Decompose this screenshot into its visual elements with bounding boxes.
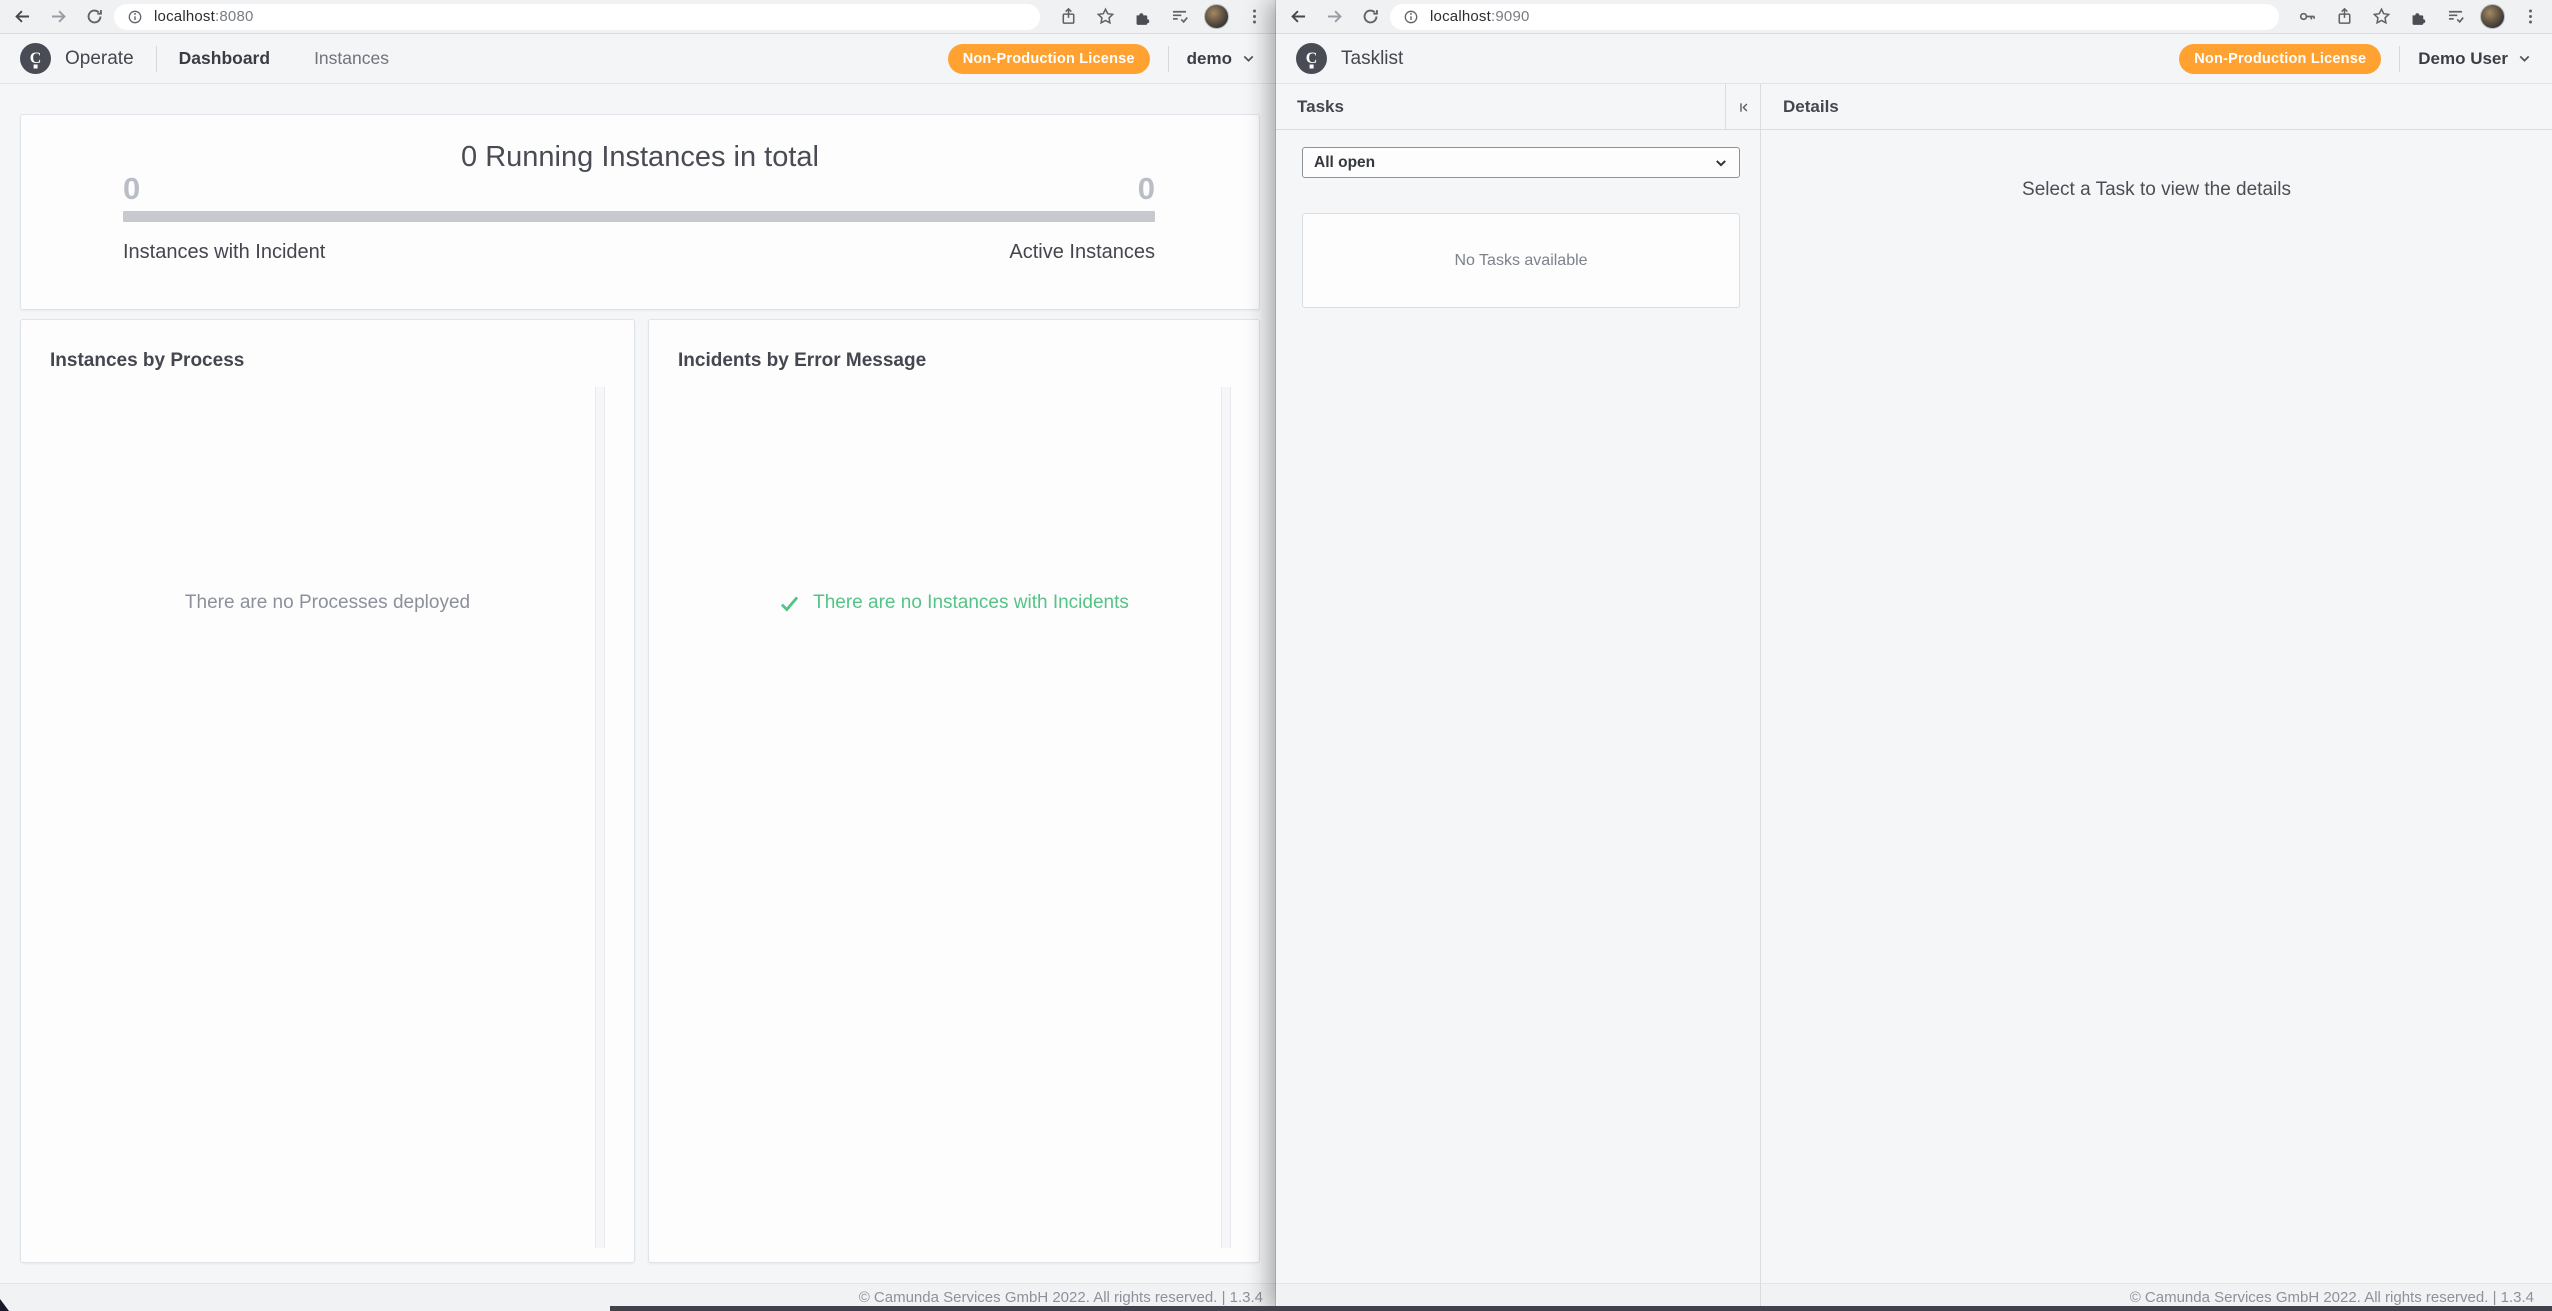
user-name: demo xyxy=(1186,48,1232,68)
reload-icon[interactable] xyxy=(1358,5,1382,29)
url-port: :8080 xyxy=(215,8,254,25)
browser-actions xyxy=(2295,4,2542,29)
reading-list-icon[interactable] xyxy=(1167,5,1191,29)
url-text: localhost:9090 xyxy=(1430,8,1530,25)
instances-by-process-panel: Instances by Process There are no Proces… xyxy=(20,319,635,1263)
metric-title: 0 Running Instances in total xyxy=(461,141,819,173)
copyright-text: © Camunda Services GmbH 2022. All rights… xyxy=(858,1289,1263,1306)
copyright-text: © Camunda Services GmbH 2022. All rights… xyxy=(2129,1289,2534,1306)
scrollbar-track[interactable] xyxy=(595,387,605,1248)
license-badge[interactable]: Non-Production License xyxy=(947,43,1150,74)
operate-app-header: C Operate Dashboard Instances Non-Produc… xyxy=(0,34,1276,84)
app-name: Tasklist xyxy=(1341,47,1404,69)
user-name: Demo User xyxy=(2418,48,2508,68)
collapse-panel-icon[interactable] xyxy=(1725,84,1760,130)
scrollbar-track[interactable] xyxy=(1221,387,1231,1248)
camunda-logo: C xyxy=(20,43,51,74)
url-bar[interactable]: localhost:8080 xyxy=(114,3,1040,30)
details-empty-message: Select a Task to view the details xyxy=(2022,179,2291,200)
empty-state-message: There are no Instances with Incidents xyxy=(649,592,1259,614)
user-menu[interactable]: Demo User xyxy=(2418,49,2532,69)
empty-state-message: There are no Processes deployed xyxy=(184,592,471,613)
operate-dashboard: 0 Running Instances in total 0 0 Instanc… xyxy=(0,84,1276,1311)
extensions-icon[interactable] xyxy=(2406,5,2430,29)
browser-toolbar: localhost:8080 xyxy=(0,0,1276,34)
divider xyxy=(2399,45,2401,72)
panel-title: Instances by Process xyxy=(50,350,245,371)
incidents-by-error-panel: Incidents by Error Message There are no … xyxy=(648,319,1260,1263)
panel-divider xyxy=(1760,84,1761,1311)
reading-list-icon[interactable] xyxy=(2443,5,2467,29)
tasklist-window: localhost:9090 C Tasklist Non-Production… xyxy=(1276,0,2552,1311)
panel-title: Incidents by Error Message xyxy=(678,350,927,371)
screen-bottom-edge xyxy=(610,1306,2552,1311)
user-menu[interactable]: demo xyxy=(1187,49,1256,69)
url-bar[interactable]: localhost:9090 xyxy=(1390,3,2279,30)
details-panel-title: Details xyxy=(1783,97,1839,116)
browser-profile-avatar[interactable] xyxy=(2480,4,2505,29)
browser-nav-group xyxy=(1286,5,1382,29)
browser-profile-avatar[interactable] xyxy=(1204,4,1229,29)
share-icon[interactable] xyxy=(2332,5,2356,29)
task-filter-value: All open xyxy=(1314,153,1376,171)
tasklist-app-header: C Tasklist Non-Production License Demo U… xyxy=(1276,34,2552,84)
browser-actions xyxy=(1056,4,1266,29)
key-icon[interactable] xyxy=(2295,5,2319,29)
extensions-icon[interactable] xyxy=(1130,5,1154,29)
url-port: :9090 xyxy=(1491,8,1530,25)
check-icon xyxy=(781,596,799,612)
tasks-panel-title: Tasks xyxy=(1297,97,1344,116)
empty-state-text: There are no Instances with Incidents xyxy=(813,592,1129,613)
site-info-icon[interactable] xyxy=(123,5,147,29)
divider xyxy=(155,45,157,72)
star-icon[interactable] xyxy=(1093,5,1117,29)
browser-menu-icon[interactable] xyxy=(2518,5,2542,29)
browser-toolbar: localhost:9090 xyxy=(1276,0,2552,34)
share-icon[interactable] xyxy=(1056,5,1080,29)
url-host: localhost xyxy=(1430,8,1492,25)
details-panel-header: Details xyxy=(1761,84,2552,130)
divider xyxy=(1167,45,1169,72)
svg-text:C: C xyxy=(30,50,42,67)
incidents-count: 0 xyxy=(123,171,141,206)
operate-top-nav: Dashboard Instances xyxy=(179,48,389,69)
back-icon[interactable] xyxy=(1286,5,1310,29)
camunda-logo: C xyxy=(1296,43,1327,74)
forward-icon[interactable] xyxy=(1322,5,1346,29)
tasks-panel: Tasks All open No Tasks available xyxy=(1276,84,1760,1311)
star-icon[interactable] xyxy=(2369,5,2393,29)
back-icon[interactable] xyxy=(10,5,34,29)
browser-menu-icon[interactable] xyxy=(1242,5,1266,29)
tasks-empty-card: No Tasks available xyxy=(1302,213,1740,308)
task-filter-select[interactable]: All open xyxy=(1302,147,1740,178)
url-host: localhost xyxy=(154,8,216,25)
screen: localhost:8080 C Operate Dashboard Insta… xyxy=(0,0,2552,1311)
url-text: localhost:8080 xyxy=(154,8,254,25)
select-chevron-icon xyxy=(1716,159,1726,166)
running-instances-panel: 0 Running Instances in total 0 0 Instanc… xyxy=(20,114,1260,310)
nav-dashboard[interactable]: Dashboard xyxy=(179,48,270,69)
active-count: 0 xyxy=(1137,171,1155,206)
incidents-label[interactable]: Instances with Incident xyxy=(123,241,325,264)
operate-window: localhost:8080 C Operate Dashboard Insta… xyxy=(0,0,1276,1311)
site-info-icon[interactable] xyxy=(1399,5,1423,29)
chevron-down-icon xyxy=(1243,55,1254,62)
svg-text:C: C xyxy=(1306,50,1318,67)
tasks-empty-message: No Tasks available xyxy=(1454,251,1588,269)
reload-icon[interactable] xyxy=(82,5,106,29)
forward-icon[interactable] xyxy=(46,5,70,29)
app-name: Operate xyxy=(65,47,134,69)
tasks-panel-header: Tasks xyxy=(1276,84,1760,130)
license-badge[interactable]: Non-Production License xyxy=(2179,43,2382,74)
tasklist-body: Tasks All open No Tasks available Detail… xyxy=(1276,84,2552,1311)
instances-progress-bar xyxy=(123,211,1155,222)
details-panel: Details Select a Task to view the detail… xyxy=(1761,84,2552,1311)
nav-instances[interactable]: Instances xyxy=(314,48,389,69)
cursor xyxy=(0,1299,9,1311)
chevron-down-icon xyxy=(2519,55,2530,62)
active-label[interactable]: Active Instances xyxy=(1009,241,1155,264)
browser-nav-group xyxy=(10,5,106,29)
